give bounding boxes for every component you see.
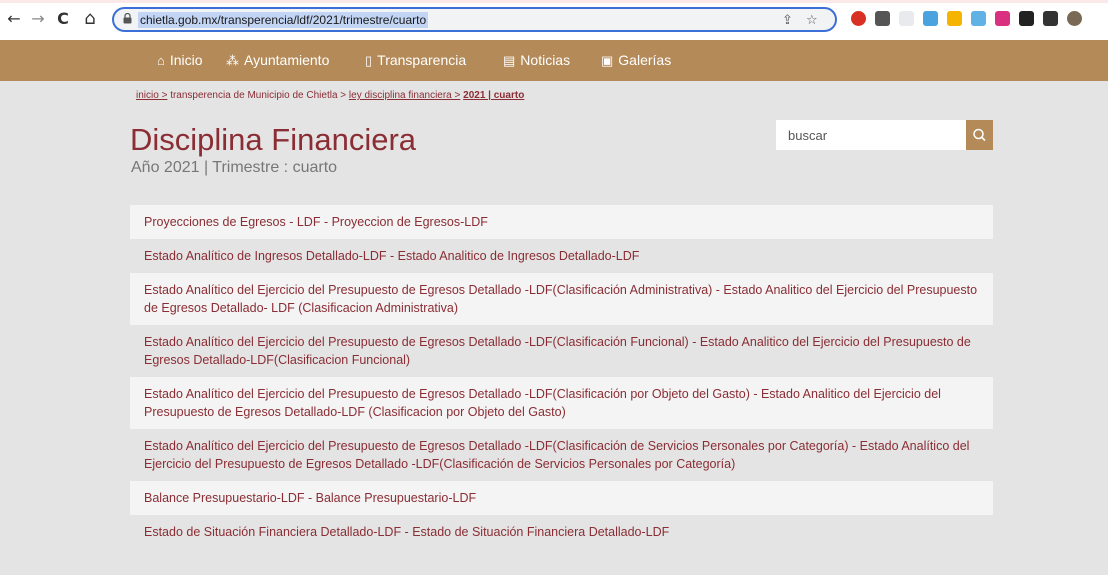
extension-icon[interactable] bbox=[875, 11, 890, 26]
nav-transparencia[interactable]: ▯ Transparencia bbox=[365, 52, 466, 69]
nav-label: Inicio bbox=[169, 52, 203, 68]
document-link-item[interactable]: Proyecciones de Egresos - LDF - Proyecci… bbox=[130, 205, 993, 239]
extension-icon[interactable] bbox=[947, 11, 962, 26]
nav-label: Noticias bbox=[520, 52, 571, 68]
extension-icon[interactable] bbox=[923, 11, 938, 26]
document-link-item[interactable]: Estado Analítico del Ejercicio del Presu… bbox=[130, 325, 993, 377]
breadcrumb-ley[interactable]: ley disciplina financiera > bbox=[349, 90, 460, 101]
document-link-item[interactable]: Estado Analítico del Ejercicio del Presu… bbox=[130, 273, 993, 325]
search-button[interactable] bbox=[966, 120, 993, 150]
gallery-icon: ▣ bbox=[601, 53, 614, 68]
home-icon: ⌂ bbox=[157, 53, 165, 68]
page-subtitle: Año 2021 | Trimestre : cuarto bbox=[131, 159, 338, 176]
org-chart-icon: ⁂ bbox=[226, 53, 239, 68]
bookmark-star-icon[interactable]: ☆ bbox=[806, 13, 818, 29]
breadcrumb: inicio > transperencia de Municipio de C… bbox=[136, 89, 524, 102]
site-navigation: ⌂ Inicio ⁂ Ayuntamiento ▯ Transparencia ▤ No… bbox=[0, 40, 1108, 81]
document-list: Proyecciones de Egresos - LDF - Proyecci… bbox=[130, 205, 993, 549]
back-icon[interactable]: ← bbox=[4, 9, 24, 29]
reload-icon[interactable]: C bbox=[53, 9, 73, 29]
browser-toolbar: ← → C ⌂ chietla.gob.mx/transperencia/ldf… bbox=[0, 0, 1108, 40]
tab-strip-edge bbox=[0, 0, 1108, 3]
nav-ayuntamiento[interactable]: ⁂ Ayuntamiento bbox=[226, 52, 329, 69]
document-link-item[interactable]: Estado Analítico de Ingresos Detallado-L… bbox=[130, 239, 993, 273]
nav-galerias[interactable]: ▣ Galerías bbox=[601, 52, 671, 69]
nav-label: Galerías bbox=[618, 52, 672, 68]
breadcrumb-current[interactable]: 2021 | cuarto bbox=[463, 90, 524, 101]
document-link-item[interactable]: Estado Analítico del Ejercicio del Presu… bbox=[130, 429, 993, 481]
share-icon[interactable]: ⇪ bbox=[782, 13, 793, 29]
nav-noticias[interactable]: ▤ Noticias bbox=[503, 52, 570, 69]
search-icon bbox=[973, 128, 986, 142]
dot-icon[interactable] bbox=[899, 11, 914, 26]
adblock-icon[interactable] bbox=[851, 11, 866, 26]
nav-label: Transparencia bbox=[377, 52, 467, 68]
document-icon: ▯ bbox=[365, 53, 373, 68]
address-bar[interactable]: chietla.gob.mx/transperencia/ldf/2021/tr… bbox=[112, 7, 837, 32]
extension-icon[interactable] bbox=[1043, 11, 1058, 26]
document-link-item[interactable]: Estado de Situación Financiera Detallado… bbox=[130, 515, 993, 549]
breadcrumb-inicio[interactable]: inicio > bbox=[136, 90, 167, 101]
lock-icon[interactable] bbox=[123, 13, 132, 24]
extension-icon[interactable] bbox=[995, 11, 1010, 26]
page-title: Disciplina Financiera bbox=[130, 122, 417, 157]
forward-icon[interactable]: → bbox=[28, 9, 48, 29]
search-input[interactable] bbox=[776, 120, 966, 150]
home-icon[interactable]: ⌂ bbox=[80, 9, 100, 29]
nav-label: Ayuntamiento bbox=[244, 52, 330, 68]
url-text[interactable]: chietla.gob.mx/transperencia/ldf/2021/tr… bbox=[138, 12, 429, 28]
document-link-item[interactable]: Estado Analítico del Ejercicio del Presu… bbox=[130, 377, 993, 429]
extension-icon[interactable] bbox=[1019, 11, 1034, 26]
extension-icon[interactable] bbox=[971, 11, 986, 26]
profile-icon[interactable] bbox=[1067, 11, 1082, 26]
document-link-item[interactable]: Balance Presupuestario-LDF - Balance Pre… bbox=[130, 481, 993, 515]
nav-inicio[interactable]: ⌂ Inicio bbox=[157, 52, 203, 69]
newspaper-icon: ▤ bbox=[503, 53, 516, 68]
breadcrumb-transparencia: transperencia de Municipio de Chietla > bbox=[170, 90, 347, 101]
